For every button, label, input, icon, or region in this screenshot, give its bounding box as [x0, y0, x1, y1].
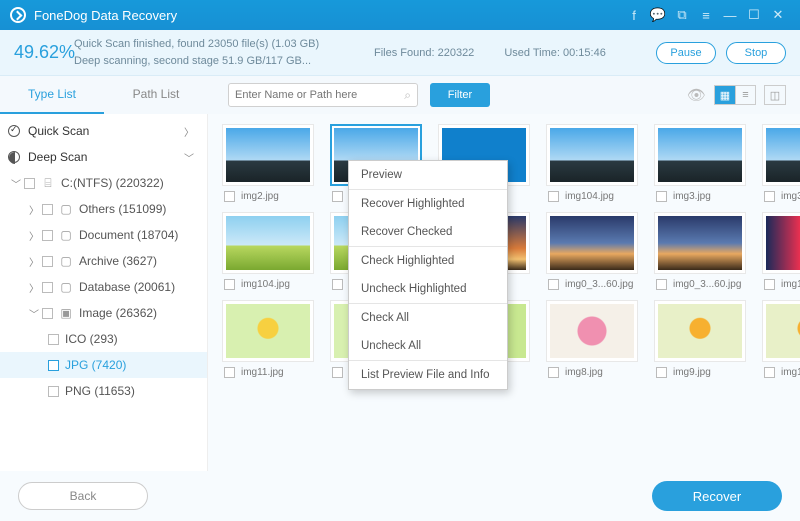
status-line-1: Quick Scan finished, found 23050 file(s)… [74, 36, 354, 53]
tree-document[interactable]: 〉▢Document (18704) [0, 222, 207, 248]
file-card[interactable]: img0_3...60.jpg [546, 212, 638, 294]
file-card[interactable]: img11.jpg [222, 300, 314, 382]
file-checkbox[interactable] [548, 367, 559, 378]
tab-path-list[interactable]: Path List [104, 76, 208, 114]
file-card[interactable]: img3.jpg [654, 124, 746, 206]
close-icon[interactable]: ✕ [766, 3, 790, 27]
folder-icon: ▢ [59, 254, 73, 268]
drive-icon: ⌸ [41, 176, 55, 191]
ctx-uncheck-highlighted[interactable]: Uncheck Highlighted [349, 275, 507, 303]
file-card[interactable]: img2.jpg [222, 124, 314, 206]
search-input[interactable] [235, 89, 404, 101]
file-checkbox[interactable] [332, 191, 343, 202]
view-list-icon[interactable]: ≡ [735, 86, 755, 104]
file-card[interactable]: img13.jpg [762, 300, 800, 382]
filter-button[interactable]: Filter [430, 83, 490, 107]
footer: Back Recover [0, 471, 800, 521]
folder-icon: ▢ [59, 280, 73, 294]
tree-quick-scan[interactable]: Quick Scan 〉 [0, 118, 207, 144]
preview-toggle-icon[interactable]: 👁 [687, 86, 706, 104]
tree-database[interactable]: 〉▢Database (20061) [0, 274, 207, 300]
file-checkbox[interactable] [548, 279, 559, 290]
stop-button[interactable]: Stop [726, 42, 786, 64]
file-checkbox[interactable] [764, 279, 775, 290]
back-button[interactable]: Back [18, 482, 148, 510]
ctx-list-preview[interactable]: List Preview File and Info [349, 361, 507, 389]
file-checkbox[interactable] [224, 279, 235, 290]
status-line-2: Deep scanning, second stage 51.9 GB/117 … [74, 53, 354, 70]
chevron-down-icon: ﹀ [183, 150, 195, 165]
screenshot-icon[interactable]: ⧉ [670, 3, 694, 27]
progress-circle-icon [8, 151, 20, 163]
view-detail-group: ◫ [764, 85, 786, 105]
ctx-preview[interactable]: Preview [349, 161, 507, 189]
facebook-icon[interactable]: f [622, 3, 646, 27]
file-checkbox[interactable] [224, 367, 235, 378]
used-time: Used Time: 00:15:46 [504, 47, 606, 59]
search-icon[interactable]: ⌕ [404, 88, 411, 103]
ctx-check-all[interactable]: Check All [349, 304, 507, 332]
file-checkbox[interactable] [656, 191, 667, 202]
ctx-uncheck-all[interactable]: Uncheck All [349, 332, 507, 360]
file-card[interactable]: img9.jpg [654, 300, 746, 382]
tree-png[interactable]: PNG (11653) [0, 378, 207, 404]
feedback-icon[interactable]: 💬 [646, 3, 670, 27]
tree-deep-scan[interactable]: Deep Scan ﹀ [0, 144, 207, 170]
check-circle-icon [8, 125, 20, 137]
app-title: FoneDog Data Recovery [34, 8, 177, 23]
ctx-recover-highlighted[interactable]: Recover Highlighted [349, 190, 507, 218]
file-checkbox[interactable] [332, 279, 343, 290]
minimize-icon[interactable]: — [718, 3, 742, 27]
file-checkbox[interactable] [656, 367, 667, 378]
app-logo-icon [10, 7, 26, 23]
toolbar: Type List Path List ⌕ Filter 👁 ▦ ≡ ◫ [0, 76, 800, 114]
file-checkbox[interactable] [224, 191, 235, 202]
file-grid: img2.jpg img1.jpg img1.jpg img104.jpg im… [208, 114, 800, 471]
status-bar: 49.62% Quick Scan finished, found 23050 … [0, 30, 800, 76]
file-card[interactable]: img104.jpg [546, 124, 638, 206]
pause-button[interactable]: Pause [656, 42, 716, 64]
file-card[interactable]: img104.jpg [222, 212, 314, 294]
file-card[interactable]: img10.jpg [762, 212, 800, 294]
file-checkbox[interactable] [332, 367, 343, 378]
recover-button[interactable]: Recover [652, 481, 782, 511]
folder-icon: ▢ [59, 228, 73, 242]
view-detail-icon[interactable]: ◫ [765, 86, 785, 104]
file-checkbox[interactable] [656, 279, 667, 290]
file-card[interactable]: img3.jpg [762, 124, 800, 206]
tree-image[interactable]: ﹀▣Image (26362) [0, 300, 207, 326]
view-grid-icon[interactable]: ▦ [715, 86, 735, 104]
search-box[interactable]: ⌕ [228, 83, 418, 107]
tree-archive[interactable]: 〉▢Archive (3627) [0, 248, 207, 274]
sidebar: Quick Scan 〉 Deep Scan ﹀ ﹀⌸C:(NTFS) (220… [0, 114, 208, 471]
folder-icon: ▢ [59, 202, 73, 216]
file-checkbox[interactable] [764, 191, 775, 202]
tree-jpg[interactable]: JPG (7420) [0, 352, 207, 378]
titlebar: FoneDog Data Recovery f 💬 ⧉ ≡ — ☐ ✕ [0, 0, 800, 30]
maximize-icon[interactable]: ☐ [742, 3, 766, 27]
file-card[interactable]: img8.jpg [546, 300, 638, 382]
ctx-recover-checked[interactable]: Recover Checked [349, 218, 507, 246]
tree-others[interactable]: 〉▢Others (151099) [0, 196, 207, 222]
view-mode-group: ▦ ≡ [714, 85, 756, 105]
menu-icon[interactable]: ≡ [694, 3, 718, 27]
tree-drive[interactable]: ﹀⌸C:(NTFS) (220322) [0, 170, 207, 196]
image-icon: ▣ [59, 306, 73, 320]
tab-type-list[interactable]: Type List [0, 76, 104, 114]
ctx-check-highlighted[interactable]: Check Highlighted [349, 247, 507, 275]
tree-ico[interactable]: ICO (293) [0, 326, 207, 352]
context-menu: Preview Recover Highlighted Recover Chec… [348, 160, 508, 390]
progress-percent: 49.62% [14, 42, 74, 63]
files-found: Files Found: 220322 [374, 47, 474, 59]
file-checkbox[interactable] [548, 191, 559, 202]
main-area: Quick Scan 〉 Deep Scan ﹀ ﹀⌸C:(NTFS) (220… [0, 114, 800, 471]
file-card[interactable]: img0_3...60.jpg [654, 212, 746, 294]
file-checkbox[interactable] [764, 367, 775, 378]
chevron-right-icon: 〉 [183, 124, 195, 139]
